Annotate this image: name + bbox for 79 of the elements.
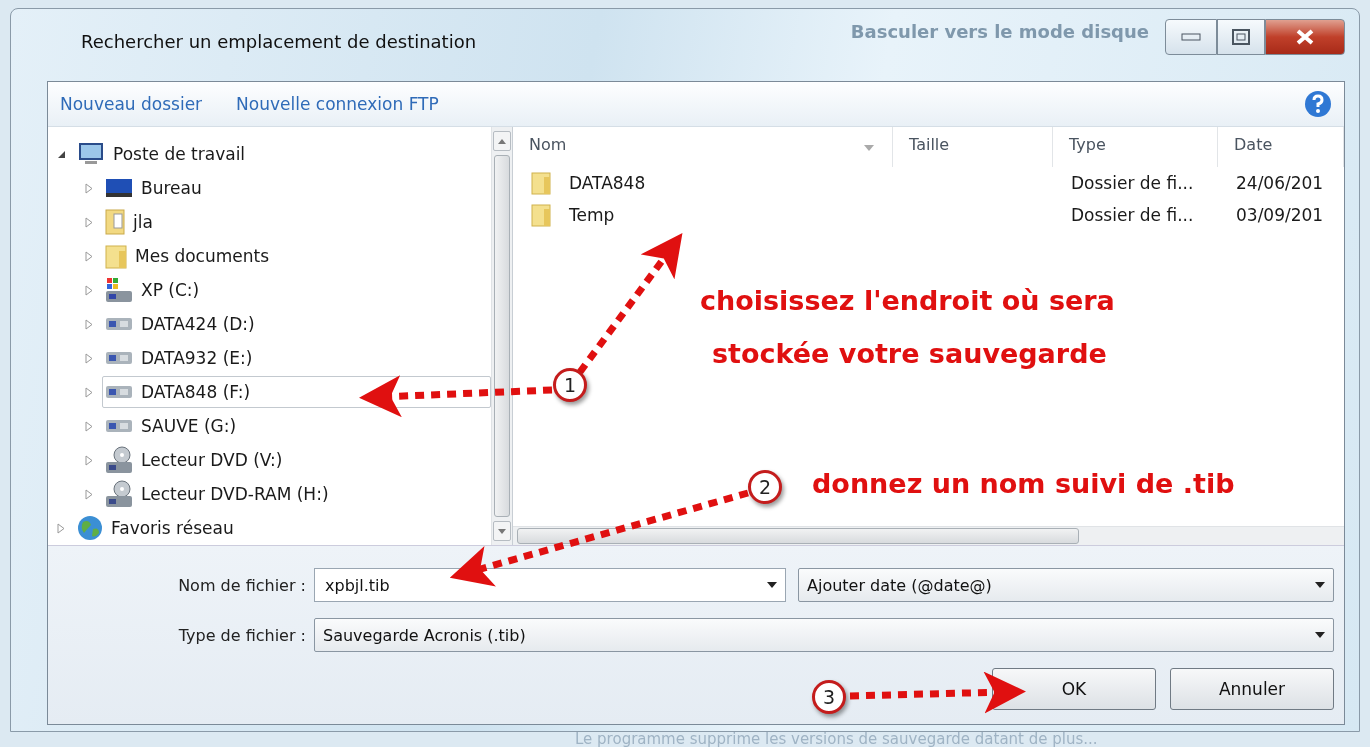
- scroll-up-icon[interactable]: [498, 138, 506, 144]
- expanded-triangle-icon[interactable]: [56, 149, 66, 159]
- toolbar-link[interactable]: Nouvelle connexion FTP: [236, 94, 439, 114]
- background-status-text: Le programme supprime les versions de sauvegarde datant de plus...: [575, 732, 1099, 747]
- collapsed-triangle-icon[interactable]: [85, 352, 93, 364]
- sort-arrow-icon: [864, 145, 874, 151]
- tree-item[interactable]: Lecteur DVD (V:): [102, 444, 290, 476]
- filetype-dropdown[interactable]: Sauvegarde Acronis (.tib): [314, 618, 1334, 652]
- filename-input[interactable]: xpbjl.tib: [323, 574, 759, 596]
- collapsed-triangle-icon[interactable]: [85, 488, 93, 500]
- column-header[interactable]: Taille: [893, 127, 1053, 167]
- collapsed-triangle-icon[interactable]: [85, 216, 93, 228]
- date-option-dropdown[interactable]: Ajouter date (@date@): [798, 568, 1334, 602]
- computer-icon: [77, 142, 105, 166]
- dvd-drive-icon: [105, 480, 133, 508]
- tree-item[interactable]: Lecteur DVD-RAM (H:): [102, 478, 336, 510]
- dropdown-arrow-icon[interactable]: [767, 582, 777, 588]
- tree-item[interactable]: XP (C:): [102, 274, 207, 306]
- file-name[interactable]: Temp: [569, 205, 615, 225]
- tree-item[interactable]: jla: [102, 206, 160, 238]
- folder-icon: [531, 203, 551, 227]
- vertical-scrollbar[interactable]: [491, 127, 512, 545]
- minimize-icon: [1181, 33, 1201, 41]
- collapsed-triangle-icon[interactable]: [85, 386, 93, 398]
- filename-field[interactable]: xpbjl.tib: [314, 568, 786, 602]
- dialog-button[interactable]: OK: [992, 668, 1156, 710]
- dropdown-arrow-icon[interactable]: [1315, 632, 1325, 638]
- dvd-drive-icon: [105, 446, 133, 474]
- tree-item[interactable]: DATA848 (F:): [102, 376, 491, 408]
- dropdown-arrow-icon[interactable]: [1315, 582, 1325, 588]
- column-header[interactable]: Type: [1053, 127, 1218, 167]
- maximize-button[interactable]: [1217, 19, 1265, 55]
- tree-item[interactable]: Poste de travail: [74, 138, 253, 170]
- windows-drive-icon: [105, 277, 133, 303]
- horizontal-scrollbar[interactable]: [513, 526, 1344, 545]
- folder-icon: [105, 243, 127, 269]
- tree-item[interactable]: Favoris réseau: [74, 512, 241, 544]
- tree-item[interactable]: SAUVE (G:): [102, 410, 244, 442]
- dialog-button[interactable]: Annuler: [1170, 668, 1334, 710]
- hard-drive-icon: [105, 317, 133, 331]
- collapsed-triangle-icon[interactable]: [57, 522, 65, 534]
- file-type: Dossier de fi...: [1070, 173, 1195, 193]
- annotation-text: choisissez l'endroit où sera: [700, 285, 1115, 316]
- column-header[interactable]: Nom: [513, 127, 893, 167]
- background-window-caption: Basculer vers le mode disque: [850, 21, 1149, 42]
- column-header[interactable]: Date: [1218, 127, 1344, 167]
- close-button[interactable]: [1265, 19, 1345, 55]
- tree-item[interactable]: Bureau: [102, 172, 209, 204]
- file-type: Dossier de fi...: [1070, 205, 1195, 225]
- field-label: Type de fichier :: [177, 625, 306, 645]
- hard-drive-icon: [105, 385, 133, 399]
- collapsed-triangle-icon[interactable]: [85, 250, 93, 262]
- tree-item[interactable]: DATA424 (D:): [102, 308, 262, 340]
- field-label: Nom de fichier :: [177, 575, 306, 595]
- tree-item[interactable]: DATA932 (E:): [102, 342, 260, 374]
- collapsed-triangle-icon[interactable]: [85, 454, 93, 466]
- file-date: 03/09/201: [1235, 205, 1325, 225]
- file-date: 24/06/201: [1235, 173, 1325, 193]
- scroll-down-icon[interactable]: [498, 528, 506, 534]
- tree-item[interactable]: Mes documents: [102, 240, 277, 272]
- hard-drive-icon: [105, 351, 133, 365]
- document-folder-icon: [105, 209, 125, 235]
- collapsed-triangle-icon[interactable]: [85, 284, 93, 296]
- collapsed-triangle-icon[interactable]: [85, 420, 93, 432]
- annotation-text: stockée votre sauvegarde: [712, 338, 1107, 369]
- collapsed-triangle-icon[interactable]: [85, 318, 93, 330]
- globe-icon: [77, 515, 103, 541]
- maximize-icon: [1232, 29, 1250, 45]
- help-icon[interactable]: [1304, 90, 1332, 118]
- toolbar-link[interactable]: Nouveau dossier: [60, 94, 203, 114]
- hard-drive-icon: [105, 419, 133, 433]
- close-icon: [1296, 29, 1314, 45]
- annotation-text: donnez un nom suivi de .tib: [812, 468, 1235, 499]
- window-title: Rechercher un emplacement de destination: [81, 31, 478, 52]
- file-name[interactable]: DATA848: [569, 173, 646, 193]
- desktop-icon: [105, 177, 133, 199]
- folder-icon: [531, 171, 551, 195]
- collapsed-triangle-icon[interactable]: [85, 182, 93, 194]
- minimize-button[interactable]: [1165, 19, 1217, 55]
